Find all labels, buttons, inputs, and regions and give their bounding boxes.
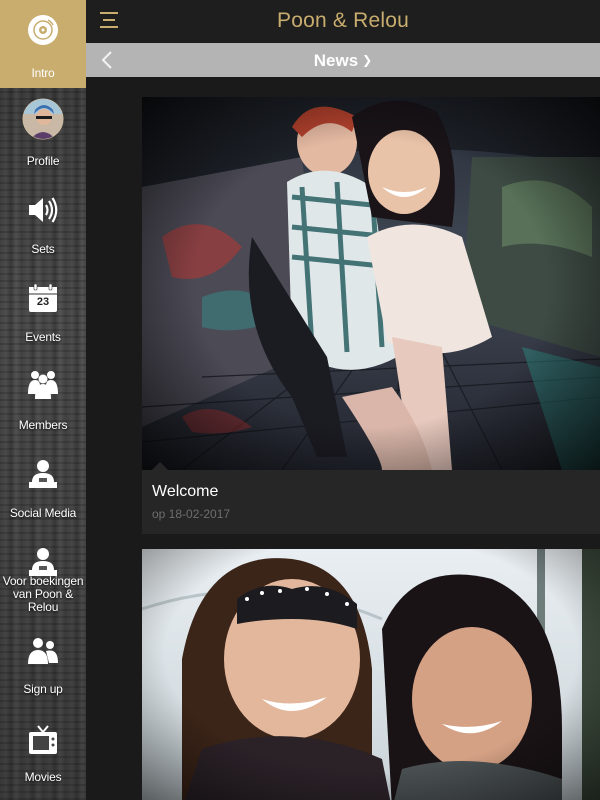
section-title: News [313,51,359,70]
sidebar-item-members[interactable]: Members [0,352,86,440]
chevron-down-icon: ❯ [362,53,373,67]
sidebar-item-intro[interactable]: Intro [0,0,86,88]
news-photo [142,549,600,800]
sidebar-item-movies[interactable]: Movies [0,704,86,792]
calendar-day: 23 [36,296,50,308]
group-icon [27,636,59,666]
sidebar-item-label: Social Media [9,506,77,520]
sidebar-item-label: Intro [31,66,55,80]
sidebar-item-bookings[interactable]: Voor boekingen van Poon & Relou [0,528,86,616]
sidebar-item-sets[interactable]: Sets [0,176,86,264]
section-bar: News ❯ [86,43,600,77]
news-card[interactable] [142,549,600,800]
profile-avatar [22,98,64,140]
sidebar-item-profile[interactable]: Profile [0,88,86,176]
members-icon [26,368,60,400]
app-title: Poon & Relou [277,9,409,32]
sidebar-item-label: Profile [26,154,60,168]
app-header: Poon & Relou [86,0,600,43]
speaker-icon [27,196,59,224]
vinyl-disc-icon [27,14,59,46]
news-feed[interactable]: Welcome op 18-02-2017 [86,77,600,800]
sidebar-item-label: Sets [31,242,55,256]
sidebar-item-sign-up[interactable]: Sign up [0,616,86,704]
person-laptop-icon [27,458,59,490]
tv-icon [27,724,59,756]
sidebar-item-social-media[interactable]: Social Media [0,440,86,528]
news-date: op 18-02-2017 [152,507,231,521]
sidebar-item-label: Movies [24,770,62,784]
sidebar-item-events[interactable]: 23 Events [0,264,86,352]
sidebar: Intro Profile Sets 23 Events Members Soc… [0,0,86,800]
person-laptop-icon [27,546,59,578]
news-title[interactable]: Welcome [152,483,218,501]
news-photo [142,97,600,470]
caption-pointer [152,462,168,470]
section-title-dropdown[interactable]: News ❯ [86,51,600,71]
news-card[interactable]: Welcome op 18-02-2017 [142,97,600,534]
sidebar-item-label: Sign up [23,682,63,696]
sidebar-item-label: Events [25,330,61,344]
sidebar-item-label: Voor boekingen van Poon & Relou [2,574,84,614]
sidebar-item-label: Members [18,418,68,432]
